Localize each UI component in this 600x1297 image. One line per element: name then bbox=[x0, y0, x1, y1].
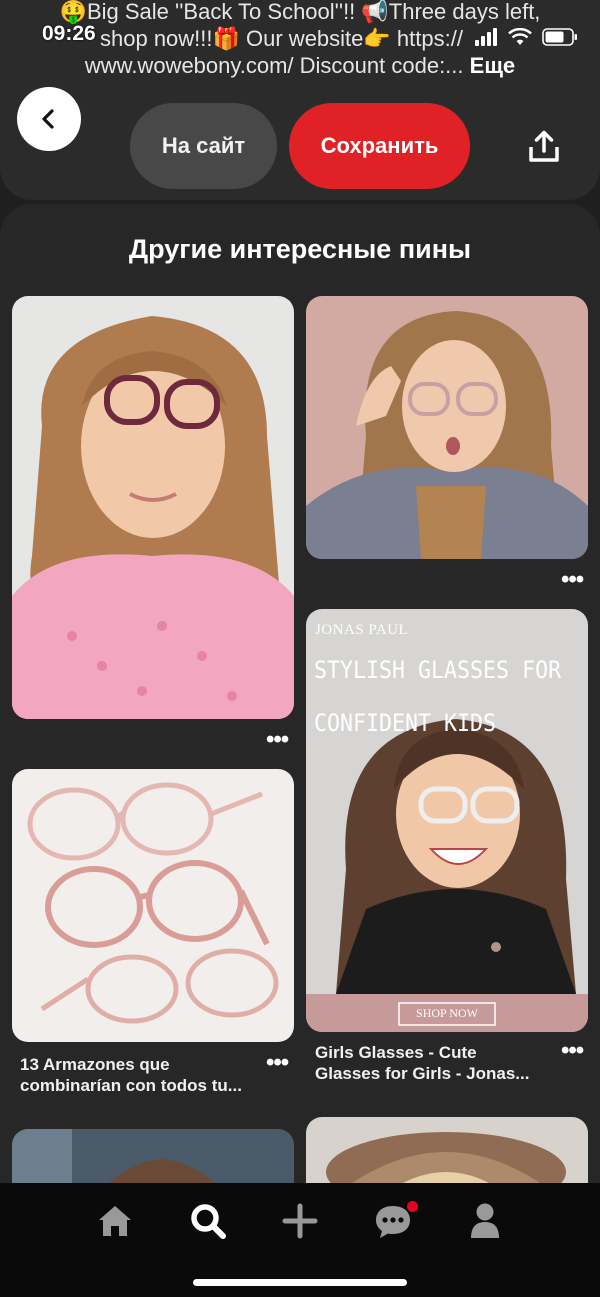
profile-icon bbox=[471, 1203, 499, 1238]
visit-site-button[interactable]: На сайт bbox=[130, 103, 277, 189]
pin-more-options-button[interactable]: ••• bbox=[561, 566, 584, 594]
pin-caption: Girls Glasses - Cute Glasses for Girls -… bbox=[315, 1043, 530, 1083]
pin-jonas-paul-ad[interactable]: JONAS PAUL STYLISH GLASSES FOR CONFIDENT… bbox=[306, 609, 588, 1032]
ad-heading-line-2: CONFIDENT KIDS bbox=[314, 709, 497, 737]
pin-description-line-2[interactable]: www.wowebony.com/ Discount code:... Еще bbox=[0, 52, 600, 79]
ad-brand: JONAS PAUL bbox=[315, 622, 409, 638]
tab-profile[interactable] bbox=[463, 1199, 507, 1243]
pin-more-options-button[interactable]: ••• bbox=[266, 726, 289, 754]
ad-heading-line-1: STYLISH GLASSES FOR bbox=[314, 656, 562, 684]
back-button[interactable] bbox=[17, 87, 81, 151]
search-icon bbox=[191, 1204, 226, 1239]
pin-pink-frames[interactable] bbox=[12, 769, 294, 1042]
pin-image bbox=[306, 296, 588, 559]
more-link[interactable]: Еще bbox=[470, 53, 515, 78]
pin-more-options-button[interactable]: ••• bbox=[561, 1037, 584, 1065]
pin-girl-pink-glasses[interactable] bbox=[12, 296, 294, 719]
pin-more-options-button[interactable]: ••• bbox=[266, 1049, 289, 1077]
pin-image bbox=[12, 296, 294, 719]
pin-image bbox=[12, 769, 294, 1042]
tab-home[interactable] bbox=[93, 1199, 137, 1243]
feed-title: Другие интересные пины bbox=[128, 234, 472, 264]
ad-shop-now-button: SHOP NOW bbox=[416, 1006, 478, 1020]
tab-messages[interactable] bbox=[371, 1199, 418, 1243]
pin-girl-adjusting-glasses[interactable] bbox=[306, 296, 588, 559]
status-time: 09:26 bbox=[42, 22, 96, 45]
pin-header: 🤑Big Sale ''Back To School''!! 📢Three da… bbox=[0, 0, 600, 200]
status-icons bbox=[474, 26, 578, 48]
wifi-icon bbox=[508, 28, 532, 45]
plus-icon bbox=[282, 1203, 318, 1239]
pin-caption: 13 Armazones que combinarían con todos t… bbox=[20, 1055, 242, 1095]
tab-create[interactable] bbox=[278, 1199, 322, 1243]
bottom-tab-bar bbox=[0, 1183, 600, 1297]
share-icon[interactable] bbox=[526, 129, 562, 165]
save-button[interactable]: Сохранить bbox=[289, 103, 470, 189]
tab-search[interactable] bbox=[186, 1199, 230, 1243]
battery-icon bbox=[542, 28, 577, 46]
related-pins-feed: Другие интересные пины ••• ••• 13 Armazo… bbox=[0, 204, 600, 1204]
notification-dot bbox=[407, 1201, 418, 1212]
home-indicator bbox=[193, 1279, 407, 1286]
home-icon bbox=[99, 1206, 131, 1236]
chevron-left-icon bbox=[42, 109, 54, 129]
cellular-signal-icon bbox=[475, 28, 497, 46]
